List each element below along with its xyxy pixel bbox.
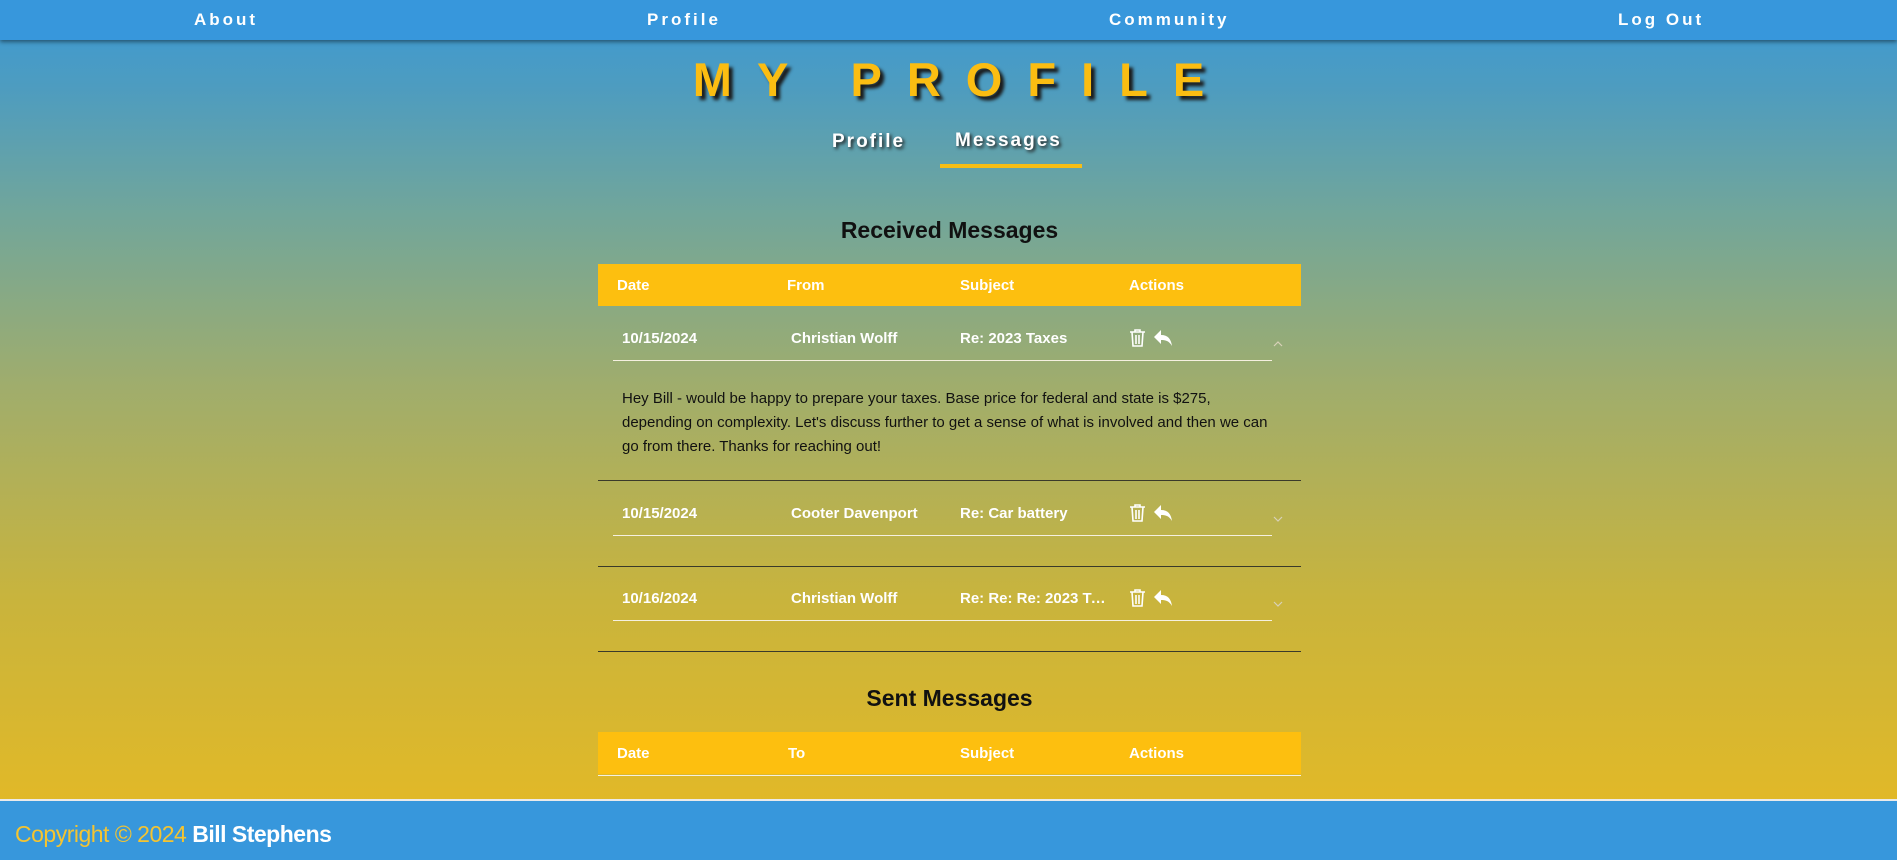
chevron-down-icon[interactable]: [1273, 595, 1283, 613]
copyright-text: Copyright © 2024 Bill Stephens: [15, 821, 332, 848]
active-tab-indicator: [940, 164, 1082, 168]
col-subject-header: Subject: [960, 277, 1015, 294]
chevron-down-icon[interactable]: [1273, 510, 1283, 528]
delete-trash-icon[interactable]: [1129, 588, 1146, 613]
col-to-header: To: [788, 745, 806, 762]
nav-about-link[interactable]: About: [194, 10, 258, 30]
tab-profile[interactable]: Profile: [832, 131, 905, 153]
row-divider: [613, 535, 1272, 536]
reply-icon[interactable]: [1153, 589, 1173, 612]
received-messages-heading: Received Messages: [840, 217, 1059, 243]
message-sender: Christian Wolff: [791, 330, 898, 347]
footer: Copyright © 2024 Bill Stephens: [0, 799, 1897, 860]
chevron-up-icon[interactable]: [1273, 334, 1283, 352]
col-actions-header: Actions: [1129, 745, 1185, 762]
sent-messages-heading: Sent Messages: [866, 685, 1033, 711]
delete-trash-icon[interactable]: [1129, 328, 1146, 353]
page-title: MY PROFILE: [692, 53, 1230, 106]
col-date-header: Date: [617, 277, 650, 294]
message-date: 10/15/2024: [622, 330, 698, 347]
message-subject: Re: Re: Re: 2023 Taxes: [960, 590, 1110, 607]
nav-profile-link[interactable]: Profile: [647, 10, 721, 30]
message-separator: [598, 651, 1301, 652]
message-date: 10/16/2024: [622, 590, 698, 607]
message-subject: Re: 2023 Taxes: [960, 330, 1068, 347]
received-message-row[interactable]: 10/16/2024 Christian Wolff Re: Re: Re: 2…: [598, 566, 1301, 651]
col-date-header: Date: [617, 745, 650, 762]
author-name: Bill Stephens: [192, 821, 332, 847]
top-navbar: About Profile Community Log Out: [0, 0, 1897, 40]
reply-icon[interactable]: [1153, 504, 1173, 527]
tab-messages[interactable]: Messages: [955, 130, 1062, 152]
row-divider: [613, 620, 1272, 621]
sent-table-header: Date To Subject Actions: [598, 732, 1301, 774]
received-table-header: Date From Subject Actions: [598, 264, 1301, 306]
col-from-header: From: [787, 277, 825, 294]
row-divider: [613, 360, 1272, 361]
sent-table-body: [598, 775, 1301, 799]
message-subject: Re: Car battery: [960, 505, 1068, 522]
col-subject-header: Subject: [960, 745, 1015, 762]
col-actions-header: Actions: [1129, 277, 1185, 294]
row-divider: [598, 775, 1301, 776]
nav-logout-link[interactable]: Log Out: [1618, 10, 1704, 30]
copyright-label: Copyright © 2024: [15, 821, 187, 847]
message-sender: Christian Wolff: [791, 590, 898, 607]
received-message-row[interactable]: 10/15/2024 Cooter Davenport Re: Car batt…: [598, 481, 1301, 566]
reply-icon[interactable]: [1153, 329, 1173, 352]
message-body: Hey Bill - would be happy to prepare you…: [622, 390, 1268, 455]
delete-trash-icon[interactable]: [1129, 503, 1146, 528]
message-sender: Cooter Davenport: [791, 505, 918, 522]
nav-community-link[interactable]: Community: [1109, 10, 1230, 30]
message-date: 10/15/2024: [622, 505, 698, 522]
